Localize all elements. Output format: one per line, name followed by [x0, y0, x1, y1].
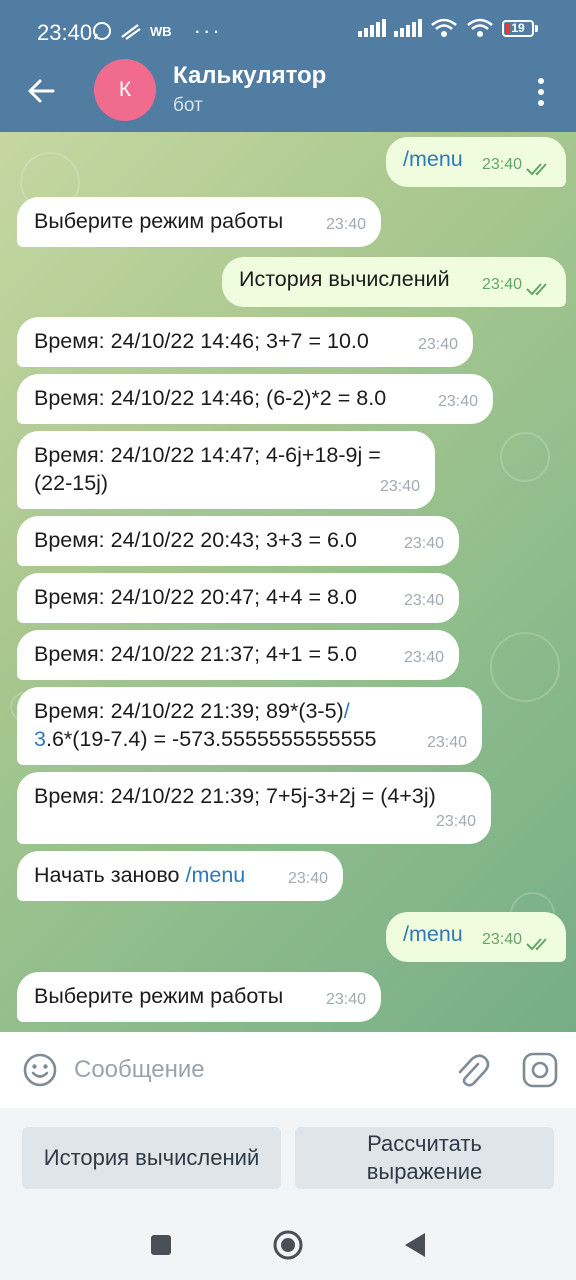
message-in[interactable]: Выберите режим работы 23:40 — [17, 972, 381, 1022]
battery-level: 19 — [511, 20, 525, 35]
nav-home-icon[interactable] — [272, 1229, 304, 1261]
message-time: 23:40 — [417, 336, 458, 353]
message-out[interactable]: /menu 23:40 — [386, 137, 566, 187]
message-time: 23:40 — [481, 156, 522, 173]
composer-bar — [0, 1032, 576, 1108]
message-text: Время: 24/10/22 21:39; 7+5j-3+2j = (4+3j… — [34, 784, 436, 808]
message-in[interactable]: Выберите режим работы 23:40 — [17, 197, 381, 247]
message-out[interactable]: /menu 23:40 — [386, 912, 566, 962]
history-button[interactable]: История вычислений — [22, 1127, 281, 1189]
back-button[interactable] — [20, 70, 62, 112]
message-time: 23:40 — [437, 393, 478, 410]
message-time: 23:40 — [325, 216, 366, 233]
whatsapp-icon — [93, 22, 111, 40]
message-text: Время: 24/10/22 14:46; (6-2)*2 = 8.0 — [34, 386, 387, 410]
nav-square-icon[interactable] — [150, 1234, 172, 1256]
message-in[interactable]: Время: 24/10/22 14:46; 3+7 = 10.0 23:40 — [17, 317, 473, 367]
carrier-text: WB — [150, 23, 172, 39]
camera-icon[interactable] — [521, 1051, 559, 1089]
header: 23:40 WB ··· 19 К Калькулятор бот — [0, 0, 576, 132]
command-link[interactable]: /menu — [186, 863, 246, 887]
calculate-button-line1: Рассчитать — [367, 1131, 482, 1156]
message-time: 23:40 — [481, 276, 522, 293]
double-check-icon — [526, 163, 547, 176]
wifi-icon — [431, 18, 457, 37]
message-text: Время: 24/10/22 14:46; 3+7 = 10.0 — [34, 329, 369, 353]
double-check-icon — [526, 938, 547, 951]
battery-icon: 19 — [502, 19, 538, 37]
more-notifications-icon: ··· — [193, 18, 222, 43]
message-in[interactable]: Время: 24/10/22 21:39; 89*(3-5)/ 3.6*(19… — [17, 687, 482, 765]
status-time: 23:40 — [37, 20, 93, 45]
message-time: 23:40 — [403, 592, 444, 609]
message-text: Время: 24/10/22 14:47; 4-6j+18-9j = — [34, 443, 381, 467]
message-out[interactable]: История вычислений 23:40 — [222, 257, 566, 307]
chat-subtitle: бот — [173, 95, 203, 116]
avatar[interactable]: К — [94, 59, 156, 121]
message-in[interactable]: Время: 24/10/22 21:37; 4+1 = 5.0 23:40 — [17, 630, 459, 680]
message-text: Начать заново — [34, 863, 180, 887]
back-arrow-icon — [28, 79, 55, 103]
message-input[interactable] — [74, 1050, 434, 1090]
message-time: 23:40 — [325, 991, 366, 1008]
message-text: Время: 24/10/22 20:47; 4+4 = 8.0 — [34, 585, 357, 609]
command-link[interactable]: /menu — [403, 922, 463, 946]
message-in[interactable]: Время: 24/10/22 14:47; 4-6j+18-9j = (22-… — [17, 431, 435, 509]
message-time: 23:40 — [403, 535, 444, 552]
wifi-icon — [467, 18, 493, 37]
signal-icon — [358, 19, 386, 37]
notification-icon — [121, 24, 141, 40]
message-in[interactable]: Время: 24/10/22 20:43; 3+3 = 6.0 23:40 — [17, 516, 459, 566]
system-nav-bar — [0, 1212, 576, 1280]
calculate-button-line2: выражение — [366, 1159, 483, 1184]
message-time: 23:40 — [435, 813, 476, 830]
status-bar: 23:40 WB ··· 19 — [0, 0, 576, 58]
chat-title[interactable]: Калькулятор — [173, 62, 326, 90]
more-vert-icon[interactable] — [526, 72, 556, 112]
message-time: 23:40 — [379, 478, 420, 495]
command-link[interactable]: / — [344, 699, 350, 723]
chat-area[interactable]: /menu 23:40 Выберите режим работы 23:40 … — [0, 132, 576, 1032]
command-link[interactable]: 3 — [34, 727, 46, 751]
message-text: Время: 24/10/22 20:43; 3+3 = 6.0 — [34, 528, 357, 552]
message-text: (22-15j) — [34, 471, 109, 495]
bot-keyboard: История вычислений Рассчитать выражение — [0, 1108, 576, 1212]
attach-icon[interactable] — [452, 1050, 490, 1090]
emoji-icon[interactable] — [22, 1052, 58, 1088]
calculate-button[interactable]: Рассчитать выражение — [295, 1127, 554, 1189]
message-time: 23:40 — [426, 734, 467, 751]
message-in[interactable]: Время: 24/10/22 20:47; 4+4 = 8.0 23:40 — [17, 573, 459, 623]
message-text: .6*(19-7.4) = -573.5555555555555 — [45, 727, 377, 751]
message-in[interactable]: Время: 24/10/22 21:39; 7+5j-3+2j = (4+3j… — [17, 772, 491, 844]
message-text: История вычислений — [239, 267, 450, 291]
message-text: Время: 24/10/22 21:39; 89*(3-5) — [34, 699, 344, 723]
message-time: 23:40 — [481, 931, 522, 948]
signal-icon — [394, 19, 422, 37]
app-bar: К Калькулятор бот — [0, 58, 576, 132]
message-in[interactable]: Время: 24/10/22 14:46; (6-2)*2 = 8.0 23:… — [17, 374, 493, 424]
status-right-icons: 19 — [358, 18, 538, 38]
message-text: Выберите режим работы — [34, 209, 284, 233]
message-time: 23:40 — [403, 649, 444, 666]
message-in[interactable]: Начать заново /menu 23:40 — [17, 851, 343, 901]
message-text: Время: 24/10/22 21:37; 4+1 = 5.0 — [34, 642, 357, 666]
nav-back-icon[interactable] — [403, 1232, 427, 1258]
status-left-icons: WB ··· — [92, 18, 222, 43]
message-time: 23:40 — [287, 870, 328, 887]
message-text: Выберите режим работы — [34, 984, 284, 1008]
command-link[interactable]: /menu — [403, 147, 463, 171]
double-check-icon — [526, 283, 547, 296]
